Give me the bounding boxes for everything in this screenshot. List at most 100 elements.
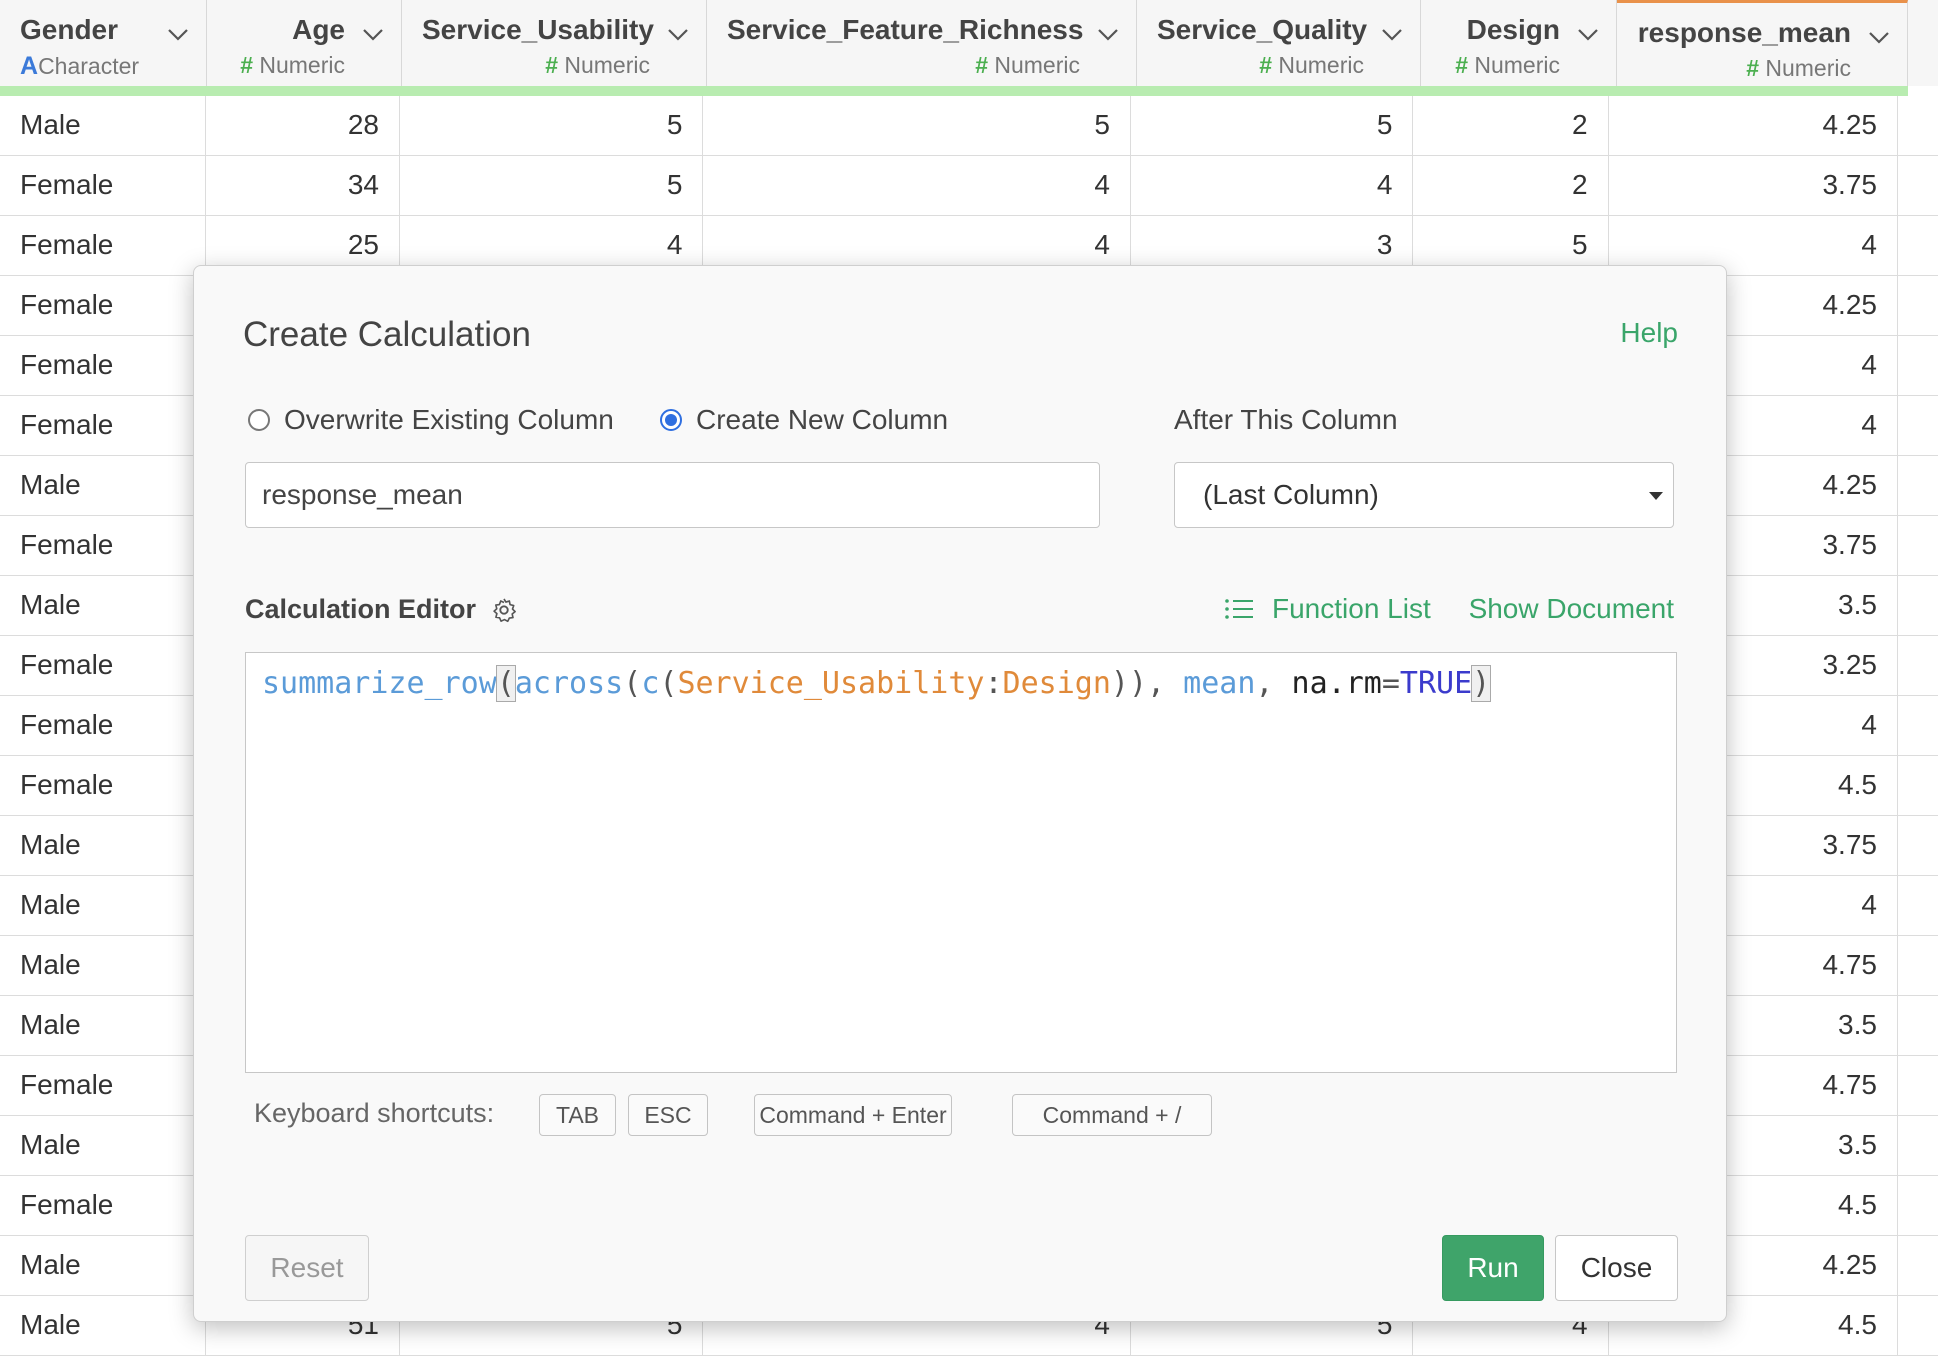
table-cell[interactable]: Male [0, 456, 206, 516]
shortcut-esc: ESC [628, 1094, 708, 1136]
code-function-token: c [641, 666, 660, 701]
table-cell[interactable]: Male [0, 816, 206, 876]
after-column-selected: (Last Column) [1203, 479, 1379, 510]
function-list-link[interactable]: Function List [1224, 593, 1431, 625]
table-cell[interactable]: Female [0, 156, 206, 216]
table-cell[interactable]: Female [0, 516, 206, 576]
new-column-name-input[interactable] [245, 462, 1100, 528]
column-name: response_mean [1637, 17, 1851, 48]
table-cell[interactable]: Male [0, 1116, 206, 1176]
table-cell[interactable]: 4.25 [1609, 96, 1898, 156]
gear-icon[interactable] [490, 596, 518, 624]
row-filler [1898, 1116, 1938, 1176]
table-cell[interactable]: 5 [400, 156, 704, 216]
table-cell[interactable]: Male [0, 1296, 206, 1356]
column-name: Service_Usability [422, 14, 654, 45]
row-filler [1898, 396, 1938, 456]
keyboard-shortcuts-label: Keyboard shortcuts: [254, 1098, 495, 1128]
table-cell[interactable]: Male [0, 96, 206, 156]
numeric-type-icon: # [1259, 52, 1272, 78]
column-header-service-feature-richness[interactable]: Service_Feature_Richness # Numeric [707, 0, 1137, 86]
table-cell[interactable]: Female [0, 1176, 206, 1236]
chevron-down-icon[interactable] [1867, 25, 1891, 49]
calculation-editor-label: Calculation Editor [245, 594, 518, 625]
numeric-type-icon: # [240, 52, 253, 78]
table-cell[interactable]: Female [0, 216, 206, 276]
column-type: # Numeric [727, 52, 1116, 79]
column-header-service-usability[interactable]: Service_Usability # Numeric [402, 0, 707, 86]
create-column-option[interactable]: Create New Column [660, 404, 948, 436]
row-filler [1898, 876, 1938, 936]
row-filler [1898, 696, 1938, 756]
overwrite-column-option[interactable]: Overwrite Existing Column [248, 404, 614, 436]
create-calculation-dialog: Create Calculation Help Overwrite Existi… [193, 265, 1727, 1322]
table-cell[interactable]: 3.75 [1609, 156, 1898, 216]
calculation-code-editor[interactable]: summarize_row(across(c(Service_Usability… [245, 652, 1677, 1073]
table-cell[interactable]: Female [0, 396, 206, 456]
table-cell[interactable]: Female [0, 636, 206, 696]
help-link[interactable]: Help [1620, 317, 1678, 349]
table-cell[interactable]: 2 [1413, 96, 1609, 156]
table-cell[interactable]: 34 [206, 156, 401, 216]
column-type: # Numeric [422, 52, 686, 79]
table-cell[interactable]: 5 [703, 96, 1131, 156]
column-type: # Numeric [1441, 52, 1596, 79]
row-filler [1898, 216, 1938, 276]
row-filler [1898, 816, 1938, 876]
table-cell[interactable]: Female [0, 696, 206, 756]
row-filler [1898, 276, 1938, 336]
code-column-token: Service_Usability [677, 666, 985, 701]
column-header-response-mean[interactable]: response_mean # Numeric [1617, 0, 1908, 86]
column-header-gender[interactable]: Gender ACharacter [0, 0, 207, 86]
chevron-down-icon[interactable] [1096, 22, 1120, 46]
column-name: Service_Quality [1157, 14, 1368, 45]
row-filler [1898, 996, 1938, 1056]
chevron-down-icon[interactable] [1576, 22, 1600, 46]
row-filler [1898, 96, 1938, 156]
reset-button[interactable]: Reset [245, 1235, 369, 1301]
table-cell[interactable]: 2 [1413, 156, 1609, 216]
table-cell[interactable]: 4 [703, 156, 1131, 216]
table-cell[interactable]: Female [0, 276, 206, 336]
after-column-select[interactable]: (Last Column) [1174, 462, 1674, 528]
table-cell[interactable]: Male [0, 996, 206, 1056]
table-cell[interactable]: 4 [1131, 156, 1414, 216]
table-cell[interactable]: Male [0, 576, 206, 636]
row-filler [1898, 1176, 1938, 1236]
run-button[interactable]: Run [1442, 1235, 1544, 1301]
table-cell[interactable]: Female [0, 336, 206, 396]
close-button[interactable]: Close [1555, 1235, 1678, 1301]
table-cell[interactable]: Female [0, 1056, 206, 1116]
shortcut-command-slash: Command + / [1012, 1094, 1212, 1136]
table-cell[interactable]: 5 [1131, 96, 1414, 156]
chevron-down-icon[interactable] [361, 22, 385, 46]
table-cell[interactable]: 5 [400, 96, 704, 156]
chevron-down-icon[interactable] [666, 22, 690, 46]
table-cell[interactable]: Female [0, 756, 206, 816]
row-filler [1898, 1296, 1938, 1356]
row-filler [1898, 756, 1938, 816]
chevron-down-icon[interactable] [166, 22, 190, 46]
code-function-token: mean [1183, 666, 1256, 701]
code-constant-token: TRUE [1399, 666, 1473, 701]
show-document-link[interactable]: Show Document [1469, 593, 1674, 625]
column-type: # Numeric [227, 52, 381, 79]
chevron-down-icon[interactable] [1380, 22, 1404, 46]
header-filler [1908, 0, 1938, 86]
table-cell[interactable]: Male [0, 876, 206, 936]
numeric-type-icon: # [545, 52, 558, 78]
table-cell[interactable]: Male [0, 936, 206, 996]
code-punctuation: , [1147, 666, 1166, 701]
code-token: na.rm [1291, 666, 1382, 701]
column-header-design[interactable]: Design # Numeric [1421, 0, 1617, 86]
code-function-token: summarize_row [262, 666, 497, 701]
table-cell[interactable]: Male [0, 1236, 206, 1296]
column-header-service-quality[interactable]: Service_Quality # Numeric [1137, 0, 1421, 86]
table-cell[interactable]: 28 [206, 96, 401, 156]
create-radio[interactable] [660, 409, 682, 431]
column-type-label: Numeric [1765, 55, 1851, 81]
column-header-age[interactable]: Age # Numeric [207, 0, 402, 86]
overwrite-radio[interactable] [248, 409, 270, 431]
dialog-title: Create Calculation [243, 315, 531, 354]
